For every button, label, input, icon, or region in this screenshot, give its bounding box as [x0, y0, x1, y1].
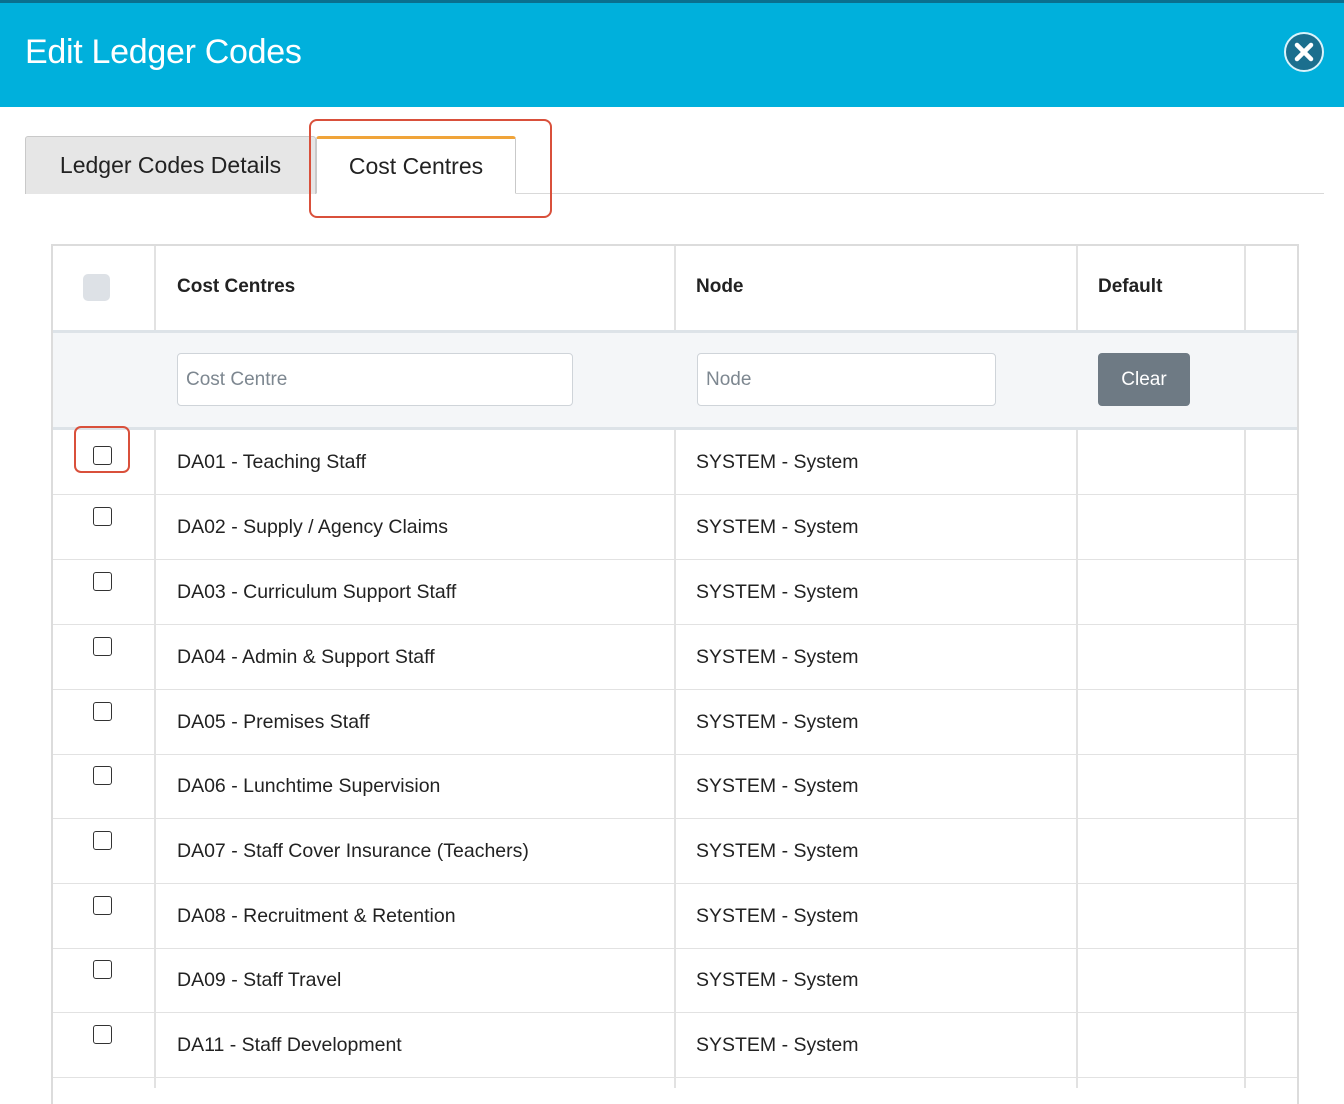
column-header-cost-centres[interactable]: Cost Centres [177, 276, 295, 298]
row-checkbox[interactable] [93, 831, 112, 850]
row-checkbox[interactable] [93, 446, 112, 465]
node-cell: SYSTEM - System [696, 1034, 859, 1056]
node-cell: SYSTEM - System [696, 516, 859, 538]
node-cell: SYSTEM - System [696, 969, 859, 991]
row-checkbox[interactable] [93, 637, 112, 656]
column-header-node[interactable]: Node [696, 276, 744, 298]
row-divider [53, 689, 1297, 690]
node-cell: SYSTEM - System [696, 711, 859, 733]
row-checkbox[interactable] [93, 896, 112, 915]
select-all-checkbox[interactable] [83, 274, 110, 301]
row-divider [53, 883, 1297, 884]
row-divider [53, 818, 1297, 819]
node-cell: SYSTEM - System [696, 646, 859, 668]
node-cell: SYSTEM - System [696, 840, 859, 862]
row-divider [53, 1012, 1297, 1013]
row-checkbox[interactable] [93, 702, 112, 721]
node-cell: SYSTEM - System [696, 775, 859, 797]
clear-filters-button[interactable]: Clear [1098, 353, 1190, 406]
cost-centre-cell: DA11 - Staff Development [177, 1034, 402, 1056]
close-x-glyph [1294, 42, 1314, 62]
cost-centre-cell: DA03 - Curriculum Support Staff [177, 581, 457, 603]
node-cell: SYSTEM - System [696, 905, 859, 927]
row-divider [53, 1077, 1297, 1078]
cost-centre-filter-input[interactable] [177, 353, 573, 406]
node-filter-input[interactable] [697, 353, 996, 406]
row-checkbox[interactable] [93, 766, 112, 785]
cost-centre-cell: DA09 - Staff Travel [177, 969, 342, 991]
close-icon[interactable] [1284, 32, 1324, 72]
filter-divider [53, 427, 1297, 430]
row-checkbox[interactable] [93, 960, 112, 979]
row-divider [53, 494, 1297, 495]
row-checkbox[interactable] [93, 572, 112, 591]
row-checkbox[interactable] [93, 507, 112, 526]
column-header-default[interactable]: Default [1098, 276, 1162, 298]
row-checkbox[interactable] [93, 1025, 112, 1044]
node-cell: SYSTEM - System [696, 581, 859, 603]
cost-centre-cell: DA04 - Admin & Support Staff [177, 646, 435, 668]
row-divider [53, 559, 1297, 560]
cost-centre-cell: DA06 - Lunchtime Supervision [177, 775, 441, 797]
dialog-header: Edit Ledger Codes [0, 0, 1344, 107]
row-divider [53, 948, 1297, 949]
dialog-title: Edit Ledger Codes [25, 33, 302, 71]
cost-centre-cell: DA05 - Premises Staff [177, 711, 370, 733]
tab-ledger-codes-details[interactable]: Ledger Codes Details [25, 136, 316, 194]
node-cell: SYSTEM - System [696, 451, 859, 473]
row-divider [53, 754, 1297, 755]
tab-cost-centres[interactable]: Cost Centres [316, 136, 516, 194]
cost-centre-cell: DA07 - Staff Cover Insurance (Teachers) [177, 840, 529, 862]
cost-centre-cell: DA01 - Teaching Staff [177, 451, 366, 473]
cost-centre-cell: DA08 - Recruitment & Retention [177, 905, 456, 927]
row-divider [53, 624, 1297, 625]
cost-centre-cell: DA02 - Supply / Agency Claims [177, 516, 448, 538]
